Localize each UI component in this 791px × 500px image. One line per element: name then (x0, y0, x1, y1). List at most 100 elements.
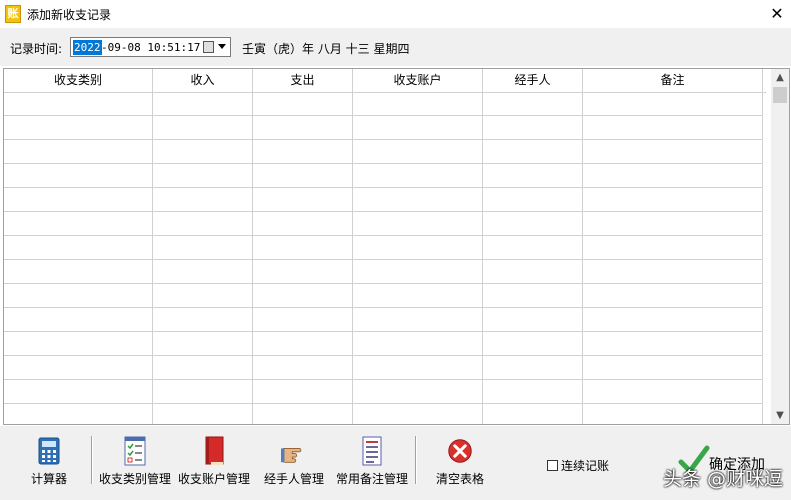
table-cell[interactable] (483, 284, 583, 308)
record-grid[interactable]: 收支类别 收入 支出 收支账户 经手人 备注 ▲ ▼ (3, 68, 790, 425)
table-row[interactable] (4, 140, 766, 164)
table-row[interactable] (4, 380, 766, 404)
table-cell[interactable] (253, 212, 353, 236)
table-cell[interactable] (583, 116, 763, 140)
table-cell[interactable] (153, 92, 253, 116)
table-cell[interactable] (353, 164, 483, 188)
table-cell[interactable] (583, 332, 763, 356)
confirm-add-button[interactable]: 确定添加 头条 @财咪逗 (655, 440, 785, 490)
table-cell[interactable] (483, 260, 583, 284)
table-cell[interactable] (4, 356, 153, 380)
table-cell[interactable] (353, 140, 483, 164)
table-cell[interactable] (583, 92, 763, 116)
table-cell[interactable] (483, 236, 583, 260)
category-management-button[interactable]: 收支类别管理 (98, 436, 172, 487)
table-cell[interactable] (253, 308, 353, 332)
table-cell[interactable] (153, 356, 253, 380)
scroll-thumb[interactable] (773, 87, 787, 103)
scroll-down-icon[interactable]: ▼ (771, 407, 789, 424)
table-cell[interactable] (353, 404, 483, 424)
table-cell[interactable] (483, 116, 583, 140)
table-cell[interactable] (153, 116, 253, 140)
table-cell[interactable] (253, 404, 353, 424)
table-cell[interactable] (253, 284, 353, 308)
table-cell[interactable] (353, 260, 483, 284)
vertical-scrollbar[interactable]: ▲ ▼ (771, 69, 789, 424)
table-cell[interactable] (583, 140, 763, 164)
datetime-year-selected[interactable]: 2022 (73, 40, 102, 55)
table-cell[interactable] (483, 92, 583, 116)
table-cell[interactable] (353, 188, 483, 212)
table-cell[interactable] (253, 116, 353, 140)
table-cell[interactable] (583, 236, 763, 260)
table-cell[interactable] (353, 236, 483, 260)
clear-table-button[interactable]: 清空表格 (432, 436, 488, 487)
continuous-entry-checkbox[interactable]: 连续记账 (547, 457, 609, 474)
table-cell[interactable] (253, 92, 353, 116)
table-row[interactable] (4, 308, 766, 332)
table-row[interactable] (4, 188, 766, 212)
column-header-remark[interactable]: 备注 (583, 69, 763, 92)
table-cell[interactable] (253, 188, 353, 212)
table-row[interactable] (4, 404, 766, 424)
table-row[interactable] (4, 212, 766, 236)
column-header-handler[interactable]: 经手人 (483, 69, 583, 92)
table-cell[interactable] (483, 332, 583, 356)
table-cell[interactable] (4, 164, 153, 188)
table-cell[interactable] (4, 92, 153, 116)
table-cell[interactable] (583, 356, 763, 380)
table-cell[interactable] (583, 308, 763, 332)
table-cell[interactable] (483, 380, 583, 404)
table-cell[interactable] (483, 308, 583, 332)
table-cell[interactable] (353, 308, 483, 332)
table-cell[interactable] (4, 380, 153, 404)
table-cell[interactable] (483, 188, 583, 212)
table-cell[interactable] (153, 188, 253, 212)
table-cell[interactable] (483, 356, 583, 380)
table-row[interactable] (4, 260, 766, 284)
table-cell[interactable] (153, 164, 253, 188)
table-cell[interactable] (583, 380, 763, 404)
table-cell[interactable] (353, 356, 483, 380)
table-cell[interactable] (153, 236, 253, 260)
table-cell[interactable] (253, 356, 353, 380)
scroll-up-icon[interactable]: ▲ (771, 69, 789, 86)
table-cell[interactable] (153, 332, 253, 356)
table-cell[interactable] (253, 164, 353, 188)
table-cell[interactable] (4, 260, 153, 284)
table-cell[interactable] (153, 308, 253, 332)
table-cell[interactable] (483, 404, 583, 424)
table-cell[interactable] (353, 332, 483, 356)
table-row[interactable] (4, 116, 766, 140)
table-row[interactable] (4, 284, 766, 308)
table-cell[interactable] (583, 284, 763, 308)
remark-management-button[interactable]: 常用备注管理 (334, 436, 410, 487)
table-cell[interactable] (4, 188, 153, 212)
table-cell[interactable] (353, 116, 483, 140)
table-cell[interactable] (583, 212, 763, 236)
table-cell[interactable] (153, 284, 253, 308)
table-cell[interactable] (253, 140, 353, 164)
datetime-rest[interactable]: -09-08 10:51:17 (101, 40, 200, 55)
datetime-picker[interactable]: 2022 -09-08 10:51:17 (70, 37, 231, 57)
table-cell[interactable] (4, 116, 153, 140)
account-management-button[interactable]: 收支账户管理 (176, 436, 252, 487)
table-row[interactable] (4, 356, 766, 380)
table-cell[interactable] (353, 92, 483, 116)
table-cell[interactable] (4, 236, 153, 260)
table-row[interactable] (4, 164, 766, 188)
table-cell[interactable] (153, 212, 253, 236)
chevron-down-icon[interactable] (218, 44, 226, 49)
column-header-expense[interactable]: 支出 (253, 69, 353, 92)
close-button[interactable]: ✕ (763, 0, 791, 28)
calculator-button[interactable]: 计算器 (26, 436, 72, 487)
table-cell[interactable] (4, 308, 153, 332)
table-cell[interactable] (4, 140, 153, 164)
table-cell[interactable] (4, 284, 153, 308)
continuous-entry-label[interactable]: 连续记账 (561, 457, 609, 474)
table-cell[interactable] (253, 260, 353, 284)
table-cell[interactable] (4, 332, 153, 356)
table-row[interactable] (4, 92, 766, 116)
table-cell[interactable] (4, 212, 153, 236)
table-cell[interactable] (483, 164, 583, 188)
